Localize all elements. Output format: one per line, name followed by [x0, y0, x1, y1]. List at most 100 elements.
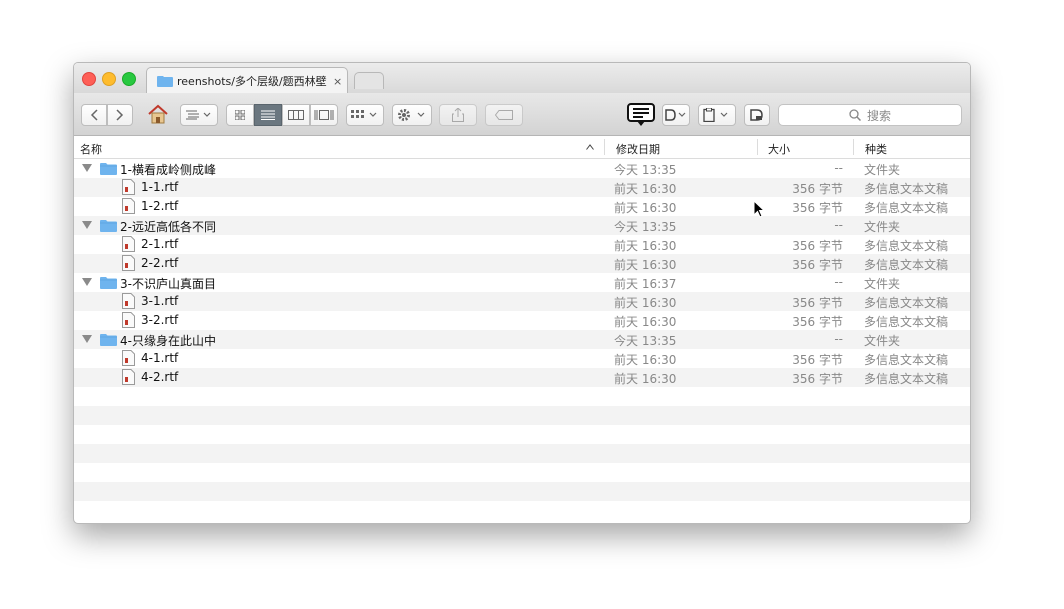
- empty-row: [74, 482, 970, 501]
- column-divider[interactable]: [853, 139, 854, 155]
- list-item[interactable]: 1-横看成岭侧成峰 今天 13:35 -- 文件夹: [74, 159, 970, 178]
- item-size: --: [834, 332, 843, 346]
- item-kind: 多信息文本文稿: [864, 315, 949, 329]
- tab-close-icon[interactable]: ×: [333, 75, 342, 88]
- list-item[interactable]: 4-2.rtf 前天 16:30 356 字节 多信息文本文稿: [74, 368, 970, 387]
- gallery-icon: [314, 110, 334, 120]
- list-item[interactable]: 3-2.rtf 前天 16:30 356 字节 多信息文本文稿: [74, 311, 970, 330]
- list-item[interactable]: 2-远近高低各不同 今天 13:35 -- 文件夹: [74, 216, 970, 235]
- item-kind: 文件夹: [864, 163, 901, 177]
- item-date: 前天 16:37: [614, 277, 677, 291]
- forward-button[interactable]: [107, 104, 133, 126]
- item-date: 前天 16:30: [614, 239, 677, 253]
- column-date-header[interactable]: 修改日期: [616, 141, 660, 157]
- column-name-header[interactable]: 名称: [80, 141, 102, 157]
- home-button[interactable]: [147, 103, 169, 129]
- item-kind: 多信息文本文稿: [864, 353, 949, 367]
- column-divider[interactable]: [757, 139, 758, 155]
- disclosure-triangle-icon[interactable]: [82, 221, 92, 229]
- item-kind: 多信息文本文稿: [864, 182, 949, 196]
- rtf-file-icon: [122, 179, 135, 195]
- item-date: 前天 16:30: [614, 182, 677, 196]
- folder-icon: [157, 76, 173, 87]
- list-item[interactable]: 3-不识庐山真面目 前天 16:37 -- 文件夹: [74, 273, 970, 292]
- file-list: 1-横看成岭侧成峰 今天 13:35 -- 文件夹 1-1.rtf 前天 16:30 356…: [74, 159, 970, 520]
- item-name: 3-2.rtf: [141, 313, 179, 327]
- plugin-button-3[interactable]: [744, 104, 770, 126]
- search-icon: [849, 109, 861, 121]
- comment-button[interactable]: [627, 103, 655, 131]
- plugin-d-icon: [665, 109, 686, 121]
- tag-button[interactable]: [485, 104, 523, 126]
- item-name: 4-只缘身在此山中: [120, 334, 216, 348]
- empty-row: [74, 425, 970, 444]
- item-size: --: [834, 218, 843, 232]
- arrange-button[interactable]: [346, 104, 384, 126]
- list-icon: [261, 110, 275, 120]
- rtf-file-icon: [122, 369, 135, 385]
- rtf-file-icon: [122, 198, 135, 214]
- disclosure-triangle-icon[interactable]: [82, 278, 92, 286]
- item-name: 2-远近高低各不同: [120, 220, 216, 234]
- item-size: 356 字节: [792, 258, 843, 272]
- item-size: 356 字节: [792, 315, 843, 329]
- column-size-header[interactable]: 大小: [768, 141, 790, 157]
- column-kind-header[interactable]: 种类: [865, 141, 887, 157]
- item-date: 今天 13:35: [614, 220, 677, 234]
- arrange-icon: [351, 110, 377, 118]
- icon-view-button[interactable]: [226, 104, 254, 126]
- tab-current[interactable]: reenshots/多个层级/题西林壁 ×: [146, 67, 348, 94]
- title-bar: reenshots/多个层级/题西林壁 ×: [74, 63, 970, 94]
- disclosure-triangle-icon[interactable]: [82, 164, 92, 172]
- outline-menu-button[interactable]: [180, 104, 218, 126]
- item-name: 2-1.rtf: [141, 237, 179, 251]
- rtf-file-icon: [122, 293, 135, 309]
- share-button[interactable]: [439, 104, 477, 126]
- action-button[interactable]: [392, 104, 432, 126]
- list-view-button[interactable]: [254, 104, 282, 126]
- item-kind: 多信息文本文稿: [864, 258, 949, 272]
- rtf-file-icon: [122, 236, 135, 252]
- item-date: 前天 16:30: [614, 353, 677, 367]
- plugin-d-icon: [750, 109, 763, 121]
- item-size: 356 字节: [792, 296, 843, 310]
- list-item[interactable]: 2-2.rtf 前天 16:30 356 字节 多信息文本文稿: [74, 254, 970, 273]
- zoom-window-button[interactable]: [122, 72, 136, 86]
- list-item[interactable]: 3-1.rtf 前天 16:30 356 字节 多信息文本文稿: [74, 292, 970, 311]
- new-tab-button[interactable]: [354, 72, 384, 89]
- item-name: 3-不识庐山真面目: [120, 277, 216, 291]
- item-size: 356 字节: [792, 201, 843, 215]
- empty-row: [74, 463, 970, 482]
- list-item[interactable]: 1-2.rtf 前天 16:30 356 字节 多信息文本文稿: [74, 197, 970, 216]
- item-date: 今天 13:35: [614, 163, 677, 177]
- toolbar: 搜索: [74, 93, 970, 136]
- list-item[interactable]: 4-1.rtf 前天 16:30 356 字节 多信息文本文稿: [74, 349, 970, 368]
- list-item[interactable]: 2-1.rtf 前天 16:30 356 字节 多信息文本文稿: [74, 235, 970, 254]
- gallery-view-button[interactable]: [310, 104, 338, 126]
- search-input[interactable]: 搜索: [778, 104, 962, 126]
- folder-icon: [100, 163, 117, 175]
- item-kind: 多信息文本文稿: [864, 239, 949, 253]
- empty-row: [74, 444, 970, 463]
- item-date: 今天 13:35: [614, 334, 677, 348]
- finder-window: reenshots/多个层级/题西林壁 × 搜索 名称 修改日期 大小 种类 1…: [73, 62, 971, 524]
- chevron-left-icon: [90, 109, 98, 121]
- list-item[interactable]: 1-1.rtf 前天 16:30 356 字节 多信息文本文稿: [74, 178, 970, 197]
- column-header: 名称 修改日期 大小 种类: [74, 136, 970, 159]
- item-size: 356 字节: [792, 182, 843, 196]
- plugin-button-1[interactable]: [662, 104, 690, 126]
- close-window-button[interactable]: [82, 72, 96, 86]
- rtf-file-icon: [122, 255, 135, 271]
- plugin-button-2[interactable]: [698, 104, 736, 126]
- disclosure-triangle-icon[interactable]: [82, 335, 92, 343]
- column-divider[interactable]: [604, 139, 605, 155]
- list-item[interactable]: 4-只缘身在此山中 今天 13:35 -- 文件夹: [74, 330, 970, 349]
- minimize-window-button[interactable]: [102, 72, 116, 86]
- back-button[interactable]: [81, 104, 107, 126]
- chevron-right-icon: [116, 109, 124, 121]
- column-view-button[interactable]: [282, 104, 310, 126]
- item-date: 前天 16:30: [614, 372, 677, 386]
- list-dropdown-icon: [186, 110, 211, 120]
- item-size: 356 字节: [792, 239, 843, 253]
- folder-icon: [100, 277, 117, 289]
